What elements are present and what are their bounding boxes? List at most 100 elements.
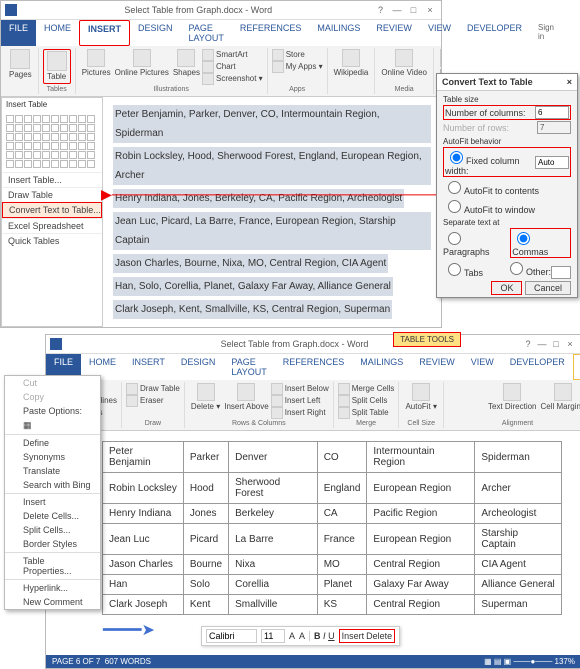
- help-icon[interactable]: ?: [521, 339, 535, 349]
- fixed-width-radio[interactable]: [450, 151, 463, 164]
- tab-design[interactable]: DESIGN: [130, 20, 181, 46]
- tab-view[interactable]: VIEW: [420, 20, 459, 46]
- ctx-hyperlink[interactable]: Hyperlink...: [5, 581, 100, 595]
- table-cell[interactable]: Jones: [183, 504, 228, 524]
- table-cell[interactable]: England: [317, 473, 367, 504]
- table-cell[interactable]: Jean Luc: [103, 524, 184, 555]
- table-cell[interactable]: Sherwood Forest: [229, 473, 318, 504]
- text-line[interactable]: Clark Joseph, Kent, Smallville, KS, Cent…: [113, 300, 392, 319]
- table-row[interactable]: HanSoloCorelliaPlanetGalaxy Far AwayAlli…: [103, 575, 562, 595]
- tab-pagelayout[interactable]: PAGE LAYOUT: [181, 20, 232, 46]
- pages-icon[interactable]: [10, 49, 30, 69]
- cell-margins-icon[interactable]: [554, 383, 572, 401]
- min-button[interactable]: —: [390, 5, 404, 15]
- sep-other-input[interactable]: [551, 266, 571, 279]
- italic-button[interactable]: I: [323, 631, 326, 641]
- myapps-button[interactable]: My Apps ▾: [272, 61, 323, 73]
- table-cell[interactable]: Berkeley: [229, 504, 318, 524]
- table-cell[interactable]: Intermountain Region: [367, 442, 475, 473]
- tab-insert[interactable]: INSERT: [79, 20, 130, 46]
- table-cell[interactable]: Central Region: [367, 555, 475, 575]
- document-table-area[interactable]: Peter BenjaminParkerDenverCOIntermountai…: [102, 441, 573, 615]
- menu-quick-tables[interactable]: Quick Tables: [2, 233, 102, 248]
- wikipedia-icon[interactable]: [342, 49, 360, 67]
- sep-other-radio[interactable]: [510, 262, 523, 275]
- table-cell[interactable]: Han: [103, 575, 184, 595]
- smartart-button[interactable]: SmartArt: [202, 49, 263, 61]
- table-cell[interactable]: Galaxy Far Away: [367, 575, 475, 595]
- tab-review[interactable]: REVIEW: [411, 354, 463, 380]
- video-icon[interactable]: [395, 49, 413, 67]
- tab-design[interactable]: DESIGN: [173, 354, 224, 380]
- draw-table-button[interactable]: Draw Table: [126, 383, 180, 395]
- max-button[interactable]: □: [549, 339, 563, 349]
- menu-draw-table[interactable]: Draw Table: [2, 187, 102, 202]
- table-cell[interactable]: MO: [317, 555, 367, 575]
- ctx-search-bing[interactable]: Search with Bing: [5, 478, 100, 492]
- links-icon[interactable]: [440, 49, 441, 67]
- table-row[interactable]: Peter BenjaminParkerDenverCOIntermountai…: [103, 442, 562, 473]
- alignment-grid[interactable]: [448, 383, 486, 412]
- delete-icon[interactable]: [197, 383, 215, 401]
- ctx-paste-icon[interactable]: ▦: [5, 418, 100, 433]
- insert-above-icon[interactable]: [237, 383, 255, 401]
- underline-button[interactable]: U: [328, 631, 335, 641]
- tab-view[interactable]: VIEW: [463, 354, 502, 380]
- font-size-input[interactable]: [261, 629, 285, 643]
- document-text[interactable]: Peter Benjamin, Parker, Denver, CO, Inte…: [103, 97, 441, 327]
- ctx-delete-cells[interactable]: Delete Cells...: [5, 509, 100, 523]
- mini-delete-button[interactable]: Delete: [366, 631, 392, 641]
- insert-below-button[interactable]: Insert Below: [271, 383, 329, 395]
- ok-button[interactable]: OK: [491, 281, 522, 295]
- font-name-input[interactable]: [206, 629, 257, 643]
- table-cell[interactable]: France: [317, 524, 367, 555]
- grow-font-icon[interactable]: A: [289, 631, 295, 641]
- menu-excel-spreadsheet[interactable]: Excel Spreadsheet: [2, 218, 102, 233]
- chart-button[interactable]: Chart: [202, 61, 263, 73]
- table-cell[interactable]: La Barre: [229, 524, 318, 555]
- shapes-icon[interactable]: [177, 49, 195, 67]
- min-button[interactable]: —: [535, 339, 549, 349]
- ctx-split-cells[interactable]: Split Cells...: [5, 523, 100, 537]
- menu-convert-text-to-table[interactable]: Convert Text to Table...: [2, 202, 102, 218]
- tab-file[interactable]: FILE: [1, 20, 36, 46]
- bold-button[interactable]: B: [314, 631, 321, 641]
- table-row[interactable]: Jean LucPicardLa BarreFranceEuropean Reg…: [103, 524, 562, 555]
- screenshot-button[interactable]: Screenshot ▾: [202, 73, 263, 85]
- sep-commas-radio[interactable]: [517, 232, 530, 245]
- tab-references[interactable]: REFERENCES: [275, 354, 353, 380]
- table-cell[interactable]: Robin Locksley: [103, 473, 184, 504]
- ctx-define[interactable]: Define: [5, 436, 100, 450]
- split-table-button[interactable]: Split Table: [338, 407, 395, 419]
- table-cell[interactable]: Clark Joseph: [103, 595, 184, 615]
- text-line[interactable]: Jason Charles, Bourne, Nixa, MO, Central…: [113, 254, 388, 273]
- table-row[interactable]: Henry IndianaJonesBerkeleyCAPacific Regi…: [103, 504, 562, 524]
- autofit-icon[interactable]: [412, 383, 430, 401]
- ctx-new-comment[interactable]: New Comment: [5, 595, 100, 609]
- table-cell[interactable]: European Region: [367, 473, 475, 504]
- table-cell[interactable]: Planet: [317, 575, 367, 595]
- merge-cells-button[interactable]: Merge Cells: [338, 383, 395, 395]
- zoom-level[interactable]: 137%: [555, 657, 575, 666]
- table-cell[interactable]: Archeologist: [475, 504, 562, 524]
- tab-table-design[interactable]: DESIGN: [573, 354, 580, 380]
- table-cell[interactable]: Superman: [475, 595, 562, 615]
- max-button[interactable]: □: [406, 5, 420, 15]
- table-cell[interactable]: Denver: [229, 442, 318, 473]
- table-cell[interactable]: Henry Indiana: [103, 504, 184, 524]
- text-line[interactable]: Peter Benjamin, Parker, Denver, CO, Inte…: [113, 105, 431, 143]
- data-table[interactable]: Peter BenjaminParkerDenverCOIntermountai…: [102, 441, 562, 615]
- ctx-insert[interactable]: Insert: [5, 495, 100, 509]
- table-cell[interactable]: Hood: [183, 473, 228, 504]
- text-line[interactable]: Han, Solo, Corellia, Planet, Galaxy Far …: [113, 277, 393, 296]
- table-cell[interactable]: KS: [317, 595, 367, 615]
- table-cell[interactable]: Nixa: [229, 555, 318, 575]
- table-row[interactable]: Clark JosephKentSmallvilleKSCentral Regi…: [103, 595, 562, 615]
- tab-home[interactable]: HOME: [36, 20, 79, 46]
- num-columns-input[interactable]: [535, 106, 569, 119]
- table-cell[interactable]: Picard: [183, 524, 228, 555]
- menu-insert-table[interactable]: Insert Table...: [2, 172, 102, 187]
- tab-review[interactable]: REVIEW: [368, 20, 420, 46]
- ctx-border-styles[interactable]: Border Styles: [5, 537, 100, 551]
- table-cell[interactable]: Corellia: [229, 575, 318, 595]
